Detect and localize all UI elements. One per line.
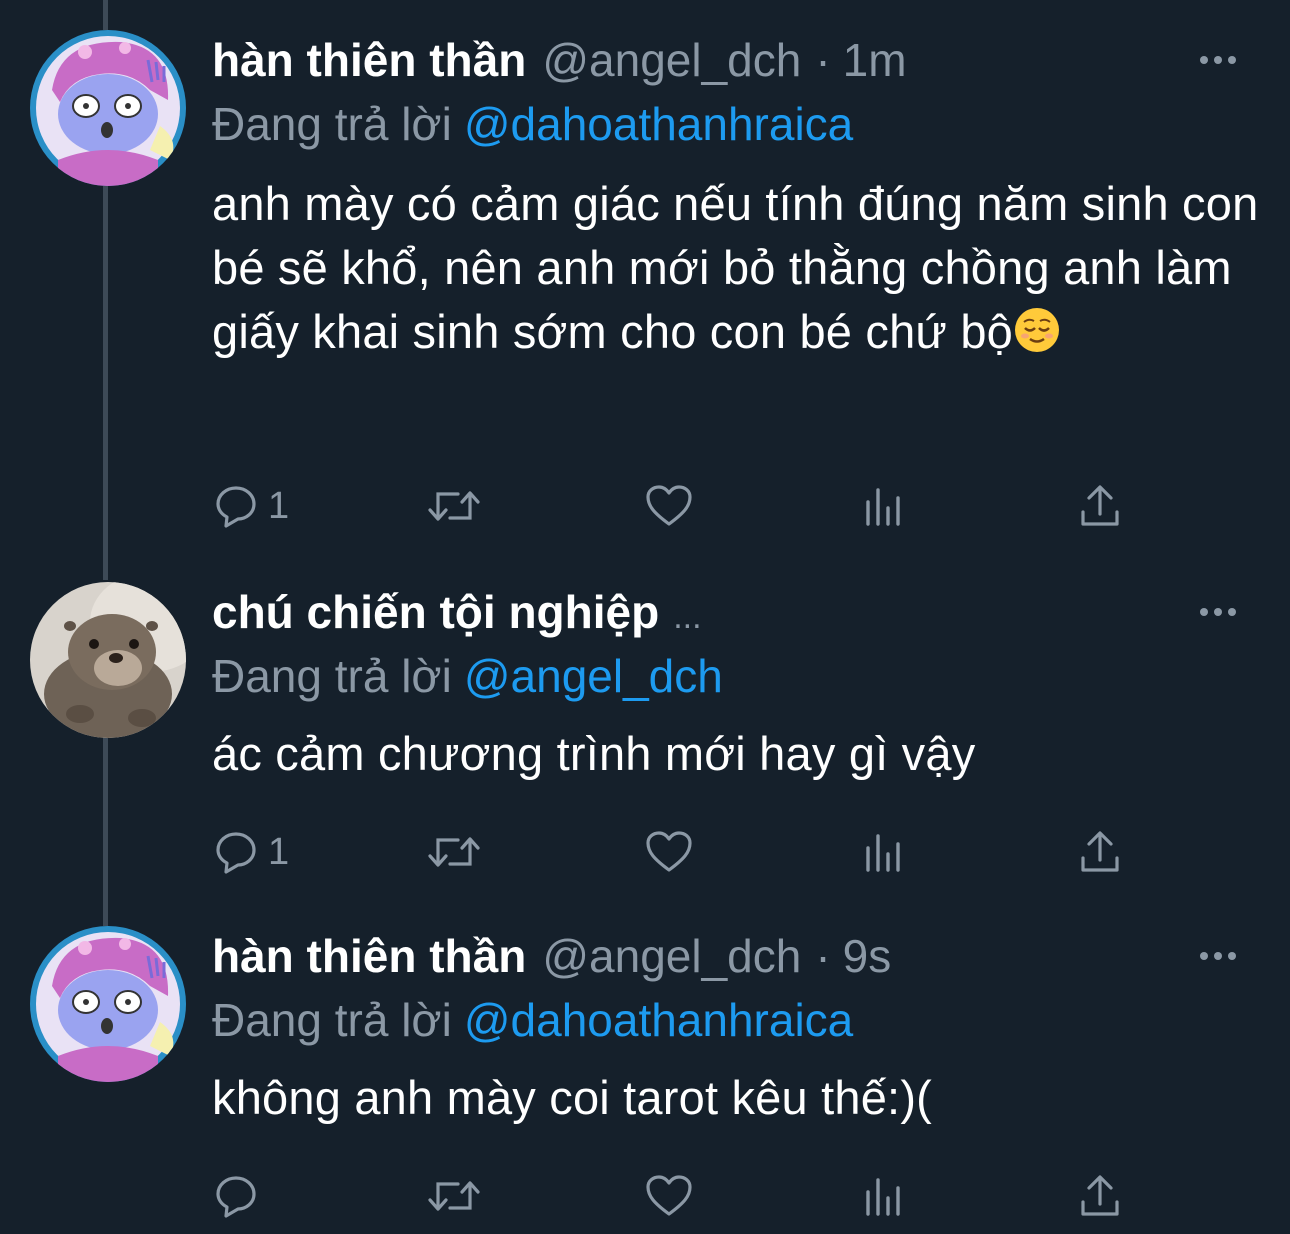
display-name[interactable]: hàn thiên thần xyxy=(212,30,526,90)
replying-to: Đang trả lời @dahoathanhraica xyxy=(212,990,853,1050)
retweet-icon xyxy=(428,837,480,867)
thread-line-top xyxy=(103,0,108,30)
otter-photo-avatar xyxy=(30,582,186,738)
reply-icon xyxy=(216,1176,256,1218)
share-button[interactable] xyxy=(1078,478,1122,534)
tweet-3[interactable]: hàn thiên thần @angel_dch · 9s Đang trả … xyxy=(0,926,1290,1226)
share-icon xyxy=(1081,485,1119,526)
avatar[interactable] xyxy=(30,582,186,738)
heart-icon xyxy=(646,831,692,872)
more-options-icon xyxy=(1200,608,1236,616)
tweet-body: anh mày có cảm giác nếu tính đúng năm si… xyxy=(212,177,1259,358)
display-name[interactable]: hàn thiên thần xyxy=(212,926,526,986)
heart-icon xyxy=(646,485,692,526)
like-button[interactable] xyxy=(644,1168,694,1224)
avatar[interactable] xyxy=(30,30,186,186)
retweet-button[interactable] xyxy=(426,478,482,534)
reply-count: 1 xyxy=(268,484,290,527)
tweet-text: không anh mày coi tarot kêu thế:)( xyxy=(212,1066,1262,1130)
retweet-icon xyxy=(428,1181,480,1211)
more-options-button[interactable] xyxy=(1198,52,1238,68)
share-icon xyxy=(1081,831,1119,872)
replying-to-label: Đang trả lời xyxy=(212,994,452,1046)
views-button[interactable] xyxy=(862,478,906,534)
handle[interactable]: @angel_dch xyxy=(542,30,801,90)
share-icon xyxy=(1081,1175,1119,1216)
action-bar: 1 xyxy=(212,824,1172,880)
views-icon xyxy=(866,488,900,526)
views-button[interactable] xyxy=(862,1168,906,1224)
heart-icon xyxy=(646,1175,692,1216)
tweet-2[interactable]: chú chiến tội nghiệp ... Đang trả lời @an… xyxy=(0,582,1290,902)
reply-icon xyxy=(216,486,256,528)
like-button[interactable] xyxy=(644,824,694,880)
reply-mention-link[interactable]: @dahoathanhraica xyxy=(464,98,853,150)
separator-dot: · xyxy=(815,930,831,982)
replying-to-label: Đang trả lời xyxy=(212,650,452,702)
tweet-text: ác cảm chương trình mới hay gì vậy xyxy=(212,722,1262,786)
reply-button[interactable] xyxy=(212,1168,268,1224)
more-options-button[interactable] xyxy=(1198,948,1238,964)
views-button[interactable] xyxy=(862,824,906,880)
replying-to: Đang trả lời @angel_dch xyxy=(212,646,723,706)
name-truncation: ... xyxy=(673,598,702,636)
views-icon xyxy=(866,834,900,872)
views-icon xyxy=(866,1178,900,1216)
pastel-character-avatar xyxy=(30,30,186,186)
tweet-header: chú chiến tội nghiệp ... xyxy=(212,582,702,642)
reply-button[interactable]: 1 xyxy=(212,824,289,880)
action-bar: 1 xyxy=(212,478,1172,534)
replying-to-label: Đang trả lời xyxy=(212,98,452,150)
share-button[interactable] xyxy=(1078,824,1122,880)
tweet-body: không anh mày coi tarot kêu thế:)( xyxy=(212,1071,933,1124)
tweet-body: ác cảm chương trình mới hay gì vậy xyxy=(212,727,976,780)
reply-count: 1 xyxy=(268,830,290,873)
replying-to: Đang trả lời @dahoathanhraica xyxy=(212,94,853,154)
retweet-button[interactable] xyxy=(426,1168,482,1224)
reply-button[interactable]: 1 xyxy=(212,478,289,534)
separator-dot: · xyxy=(815,34,831,86)
tweet-text: anh mày có cảm giác nếu tính đúng năm si… xyxy=(212,172,1262,364)
timestamp[interactable]: 9s xyxy=(843,926,892,986)
reply-mention-link[interactable]: @dahoathanhraica xyxy=(464,994,853,1046)
tweet-header: hàn thiên thần @angel_dch · 9s xyxy=(212,926,891,986)
retweet-button[interactable] xyxy=(426,824,482,880)
pastel-character-avatar xyxy=(30,926,186,1082)
more-options-icon xyxy=(1200,56,1236,64)
reply-icon xyxy=(216,832,256,874)
like-button[interactable] xyxy=(644,478,694,534)
tweet-header: hàn thiên thần @angel_dch · 1m xyxy=(212,30,907,90)
tweet-1[interactable]: hàn thiên thần @angel_dch · 1m Đang trả … xyxy=(0,30,1290,550)
more-options-button[interactable] xyxy=(1198,604,1238,620)
avatar[interactable] xyxy=(30,926,186,1082)
display-name[interactable]: chú chiến tội nghiệp xyxy=(212,582,659,642)
handle[interactable]: @angel_dch xyxy=(542,926,801,986)
reply-mention-link[interactable]: @angel_dch xyxy=(464,650,723,702)
share-button[interactable] xyxy=(1078,1168,1122,1224)
action-bar xyxy=(212,1168,1172,1224)
retweet-icon xyxy=(428,491,480,521)
timestamp[interactable]: 1m xyxy=(843,30,907,90)
relieved-face-emoji-icon xyxy=(1015,308,1060,352)
more-options-icon xyxy=(1200,952,1236,960)
